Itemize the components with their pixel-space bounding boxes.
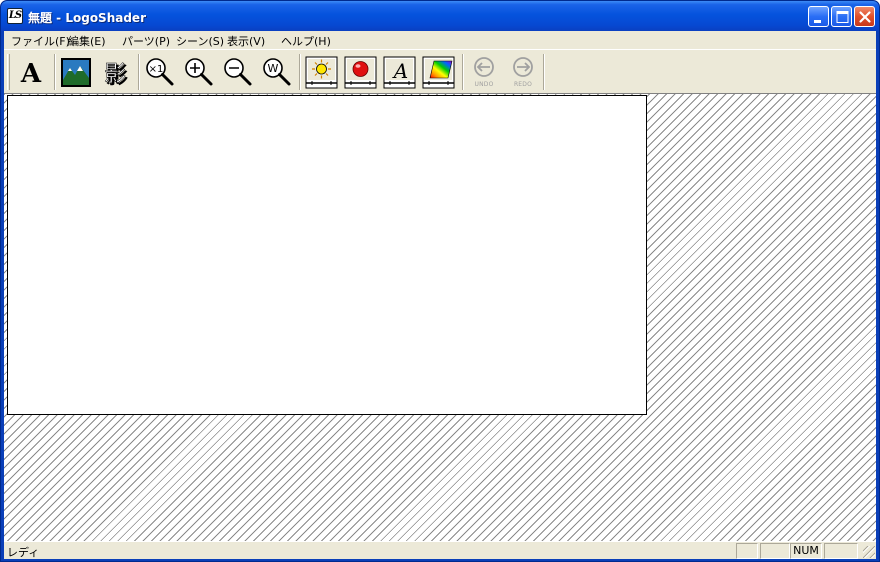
svg-text:W: W (268, 62, 279, 75)
toolbar: A 影 影 ×1 W A UNDO REDO (4, 49, 876, 93)
zoom-actual-button[interactable]: ×1 (142, 54, 178, 90)
toolbar-grip[interactable] (7, 54, 10, 90)
close-button[interactable] (854, 6, 875, 27)
svg-text:A: A (20, 59, 42, 89)
shadow-tool-button[interactable]: 影 影 (98, 54, 134, 90)
resize-grip-icon[interactable] (863, 546, 875, 558)
zoom-actual-icon: ×1 (146, 58, 174, 86)
color-gradient-icon (422, 56, 455, 89)
redo-label: REDO (513, 81, 533, 88)
zoom-out-icon (224, 58, 252, 86)
toolbar-separator (543, 54, 545, 90)
shadow-icon: 影 影 (104, 62, 128, 89)
menu-help[interactable]: ヘルプ(H) (281, 33, 331, 49)
undo-label: UNDO (474, 81, 494, 88)
status-pane-empty (736, 543, 758, 559)
menu-edit[interactable]: 編集(E) (68, 33, 106, 49)
background-image-icon (61, 58, 91, 87)
status-message: レディ (7, 546, 40, 559)
zoom-in-button[interactable] (181, 54, 217, 90)
material-sphere-icon (344, 56, 377, 89)
zoom-out-button[interactable] (220, 54, 256, 90)
zoom-fit-window-icon: W (263, 58, 291, 86)
menu-scene[interactable]: シーン(S) (176, 33, 224, 49)
menu-bar: ファイル(F) 編集(E) パーツ(P) シーン(S) 表示(V) ヘルプ(H) (4, 31, 876, 49)
status-bar: レディ NUM (4, 541, 876, 559)
drawing-canvas[interactable] (7, 95, 647, 415)
workspace-area[interactable] (4, 93, 876, 541)
svg-text:A: A (392, 59, 408, 83)
num-lock-indicator: NUM (790, 543, 822, 559)
window-title: 無題 - LogoShader (28, 11, 146, 25)
minimize-icon (814, 20, 821, 23)
text-icon: A (20, 59, 42, 89)
color-tool-button[interactable] (421, 54, 457, 90)
toolbar-separator (299, 54, 301, 90)
app-window: LS 無題 - LogoShader ファイル(F) 編集(E) パーツ(P) … (0, 0, 880, 562)
svg-text:影: 影 (104, 62, 126, 87)
app-logo-icon[interactable]: LS (7, 8, 23, 24)
undo-button[interactable]: UNDO (466, 54, 502, 90)
maximize-button[interactable] (831, 6, 852, 27)
maximize-icon (836, 11, 849, 23)
font-icon: A (383, 56, 416, 89)
font-tool-button[interactable]: A (382, 54, 418, 90)
light-icon (305, 56, 338, 89)
background-tool-button[interactable] (58, 54, 94, 90)
status-pane-empty (760, 543, 790, 559)
toolbar-separator (462, 54, 464, 90)
title-bar[interactable]: LS 無題 - LogoShader (1, 1, 879, 31)
text-tool-button[interactable]: A (13, 54, 49, 90)
menu-parts[interactable]: パーツ(P) (122, 33, 170, 49)
redo-button[interactable]: REDO (505, 54, 541, 90)
close-icon (859, 11, 871, 23)
svg-text:×1: ×1 (149, 64, 164, 75)
material-tool-button[interactable] (343, 54, 379, 90)
toolbar-separator (138, 54, 140, 90)
toolbar-separator (54, 54, 56, 90)
minimize-button[interactable] (808, 6, 829, 27)
zoom-window-button[interactable]: W (259, 54, 295, 90)
light-tool-button[interactable] (304, 54, 340, 90)
menu-view[interactable]: 表示(V) (227, 33, 265, 49)
status-pane-empty (824, 543, 858, 559)
menu-file[interactable]: ファイル(F) (11, 33, 70, 49)
zoom-in-icon (185, 58, 213, 86)
